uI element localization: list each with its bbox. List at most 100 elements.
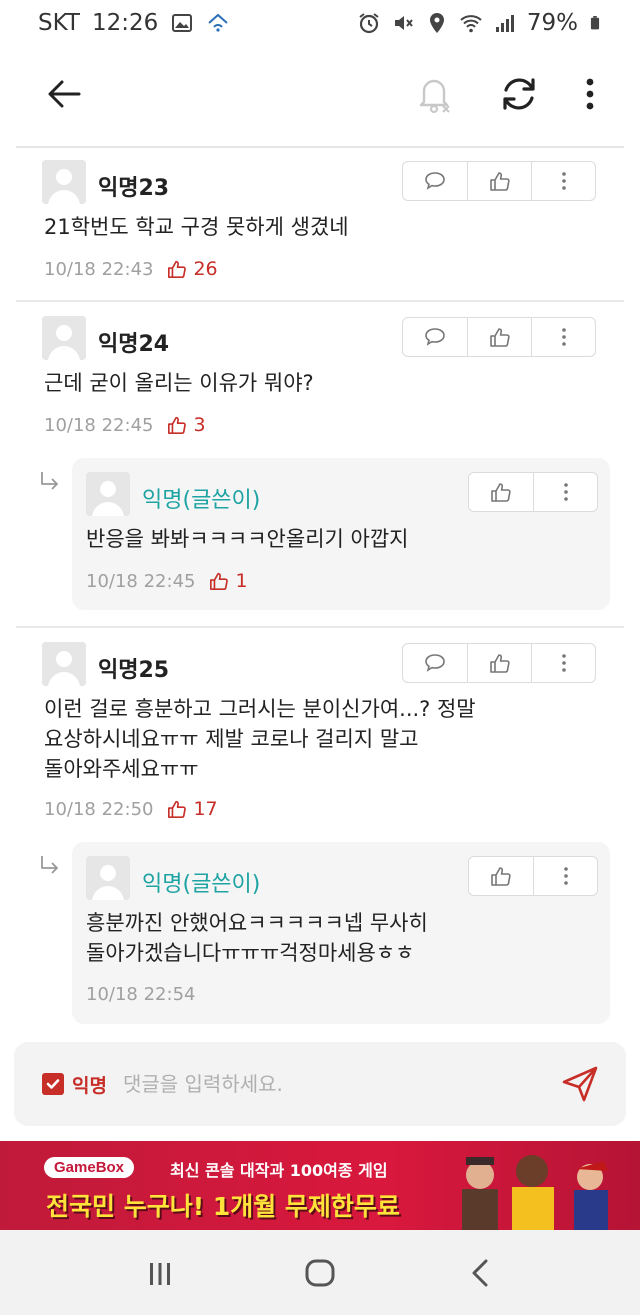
system-back-button[interactable]: [455, 1248, 505, 1298]
ad-banner[interactable]: GameBox 최신 콘솔 대작과 100여종 게임 전국민 누구나! 1개월 …: [0, 1141, 640, 1230]
home-wifi-icon: [208, 13, 228, 32]
like-count: 17: [167, 798, 218, 820]
ad-logo: GameBox: [44, 1157, 135, 1178]
ad-tagline: 전국민 누구나! 1개월 무제한무료: [46, 1187, 400, 1223]
avatar: [86, 472, 130, 516]
recent-apps-button[interactable]: [135, 1248, 185, 1298]
reply-more-button[interactable]: [533, 473, 597, 511]
reply-item: 익명(글쓴이) 반응을 봐봐ㅋㅋㅋㅋ안올리기 아깝지 10/18 22:45 1: [72, 458, 610, 610]
reply-action-group: [468, 472, 598, 512]
refresh-button[interactable]: [497, 72, 541, 116]
comment-author: 익명23: [98, 176, 170, 201]
avatar: [42, 642, 86, 686]
more-icon: [561, 328, 566, 346]
reply-author: 익명(글쓴이): [142, 488, 261, 513]
ad-characters-illustration: [462, 1155, 608, 1230]
more-icon: [561, 654, 566, 672]
refresh-icon: [503, 78, 535, 110]
anonymous-label: 익명: [72, 1074, 107, 1097]
comment-item: 익명24 근데 굳이 올리는 이유가 뭐야? 10/18 22:45 3 익명(…: [0, 302, 640, 622]
app-header: [0, 56, 640, 132]
comment-body: 21학번도 학교 구경 못하게 생겼네: [44, 215, 349, 239]
reply-more-button[interactable]: [533, 857, 597, 895]
like-count: 26: [167, 258, 218, 280]
like-count: 1: [209, 570, 248, 592]
comment-more-button[interactable]: [531, 644, 595, 682]
system-nav-bar: [0, 1230, 640, 1315]
comment-input[interactable]: [122, 1072, 523, 1096]
reply-author: 익명(글쓴이): [142, 872, 261, 897]
like-count-value: 26: [193, 258, 218, 280]
thumbs-up-icon: [491, 867, 511, 886]
comment-timestamp: 10/18 22:45: [44, 414, 154, 436]
more-options-button[interactable]: [572, 72, 608, 116]
back-icon: [472, 1259, 488, 1286]
reply-arrow-icon: [41, 856, 58, 874]
reply-body: 반응을 봐봐ㅋㅋㅋㅋ안올리기 아깝지: [86, 527, 409, 551]
time-label: 12:26: [91, 10, 159, 36]
comment-body: 이런 걸로 흥분하고 그러시는 분이신가여...? 정말 요상하시네요ㅠㅠ 제발…: [44, 694, 604, 784]
reply-timestamp: 10/18 22:45: [86, 570, 196, 592]
avatar: [42, 160, 86, 204]
reply-action-group: [468, 856, 598, 896]
comment-body: 근데 굳이 올리는 이유가 뭐야?: [44, 371, 314, 395]
comment-item: 익명25 이런 걸로 흥분하고 그러시는 분이신가여...? 정말 요상하시네요…: [0, 628, 640, 1028]
comment-meta: 10/18 22:45 3: [44, 414, 206, 436]
notification-toggle-button[interactable]: [412, 72, 456, 116]
reply-button[interactable]: [403, 318, 467, 356]
more-icon: [563, 483, 568, 501]
like-button[interactable]: [467, 162, 531, 200]
thumbs-up-icon: [168, 416, 187, 434]
like-button[interactable]: [469, 857, 533, 895]
avatar: [86, 856, 130, 900]
status-bar: SKT 12:26 79%: [0, 0, 640, 46]
ad-headline: 최신 콘솔 대작과 100여종 게임: [170, 1161, 388, 1180]
comment-body-line: 돌아와주세요ㅠㅠ: [44, 757, 199, 781]
like-button[interactable]: [467, 644, 531, 682]
reply-item: 익명(글쓴이) 흥분까진 안했어요ㅋㅋㅋㅋㅋ넵 무사히 돌아가겠습니다ㅠㅠㅠ걱정…: [72, 842, 610, 1024]
reply-button[interactable]: [403, 162, 467, 200]
send-button[interactable]: [560, 1064, 600, 1104]
recent-apps-icon: [150, 1262, 170, 1285]
thumbs-up-icon: [491, 483, 511, 502]
back-arrow-icon: [48, 80, 81, 108]
like-count-value: 17: [193, 798, 218, 820]
comment-more-button[interactable]: [531, 318, 595, 356]
send-icon: [562, 1066, 598, 1102]
reply-button[interactable]: [403, 644, 467, 682]
comment-timestamp: 10/18 22:43: [44, 258, 154, 280]
carrier-label: SKT: [38, 10, 80, 36]
location-icon: [429, 13, 444, 33]
like-count-value: 1: [235, 570, 248, 592]
thumbs-up-icon: [210, 572, 229, 590]
reply-arrow-icon: [41, 472, 58, 490]
signal-icon: [495, 15, 514, 32]
reply-body: 흥분까진 안했어요ㅋㅋㅋㅋㅋ넵 무사히 돌아가겠습니다ㅠㅠㅠ걱정마세용ㅎㅎ: [86, 908, 428, 968]
comment-icon: [425, 654, 445, 672]
comment-item: 익명23 21학번도 학교 구경 못하게 생겼네 10/18 22:43 26: [0, 148, 640, 300]
reply-timestamp: 10/18 22:54: [86, 984, 196, 1005]
comment-action-group: [402, 317, 596, 357]
like-button[interactable]: [467, 318, 531, 356]
alarm-icon: [359, 13, 379, 34]
thumbs-up-icon: [168, 800, 187, 818]
comment-timestamp: 10/18 22:50: [44, 798, 154, 820]
reply-meta: 10/18 22:45 1: [86, 570, 248, 592]
comment-more-button[interactable]: [531, 162, 595, 200]
comment-meta: 10/18 22:43 26: [44, 258, 218, 280]
reply-body-line: 흥분까진 안했어요ㅋㅋㅋㅋㅋ넵 무사히: [86, 911, 428, 935]
ad-tagline-part: 1개월 무제한무료: [212, 1192, 400, 1221]
comment-icon: [425, 328, 445, 346]
more-vertical-icon: [586, 78, 594, 110]
anonymous-checkbox[interactable]: [42, 1073, 64, 1095]
home-icon: [305, 1259, 335, 1286]
image-icon: [172, 14, 193, 32]
home-button[interactable]: [295, 1248, 345, 1298]
battery-icon: [590, 16, 600, 30]
back-button[interactable]: [44, 74, 84, 114]
like-button[interactable]: [469, 473, 533, 511]
more-icon: [561, 172, 566, 190]
ad-tagline-part: 전국민 누구나!: [46, 1192, 205, 1221]
thumbs-up-icon: [489, 654, 510, 673]
reply-body-line: 돌아가겠습니다ㅠㅠㅠ걱정마세용ㅎㅎ: [86, 941, 415, 965]
